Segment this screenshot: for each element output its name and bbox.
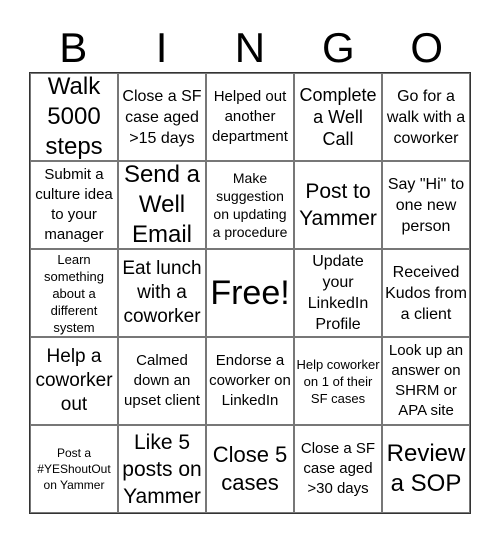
- header-letter-i: I: [155, 24, 168, 71]
- bingo-header: B I N G O: [29, 24, 471, 72]
- bingo-cell[interactable]: Make suggestion on updating a procedure: [206, 161, 294, 249]
- bingo-cell[interactable]: Endorse a coworker on LinkedIn: [206, 337, 294, 425]
- free-space-text: Free!: [210, 274, 290, 312]
- bingo-cell-text: Learn something about a different system: [44, 251, 104, 335]
- bingo-cell[interactable]: Help a coworker out: [30, 337, 118, 425]
- bingo-cell[interactable]: Update your LinkedIn Profile: [294, 249, 382, 337]
- bingo-cell-text: Say "Hi" to one new person: [387, 175, 465, 235]
- bingo-cell-text: Received Kudos from a client: [385, 263, 467, 323]
- bingo-card-grid: Walk 5000 steps Close a SF case aged >15…: [29, 72, 471, 514]
- bingo-cell-text: Post a #YEShoutOut on Yammer: [37, 446, 111, 492]
- bingo-cell[interactable]: Close 5 cases: [206, 425, 294, 513]
- bingo-cell-text: Send a Well Email: [123, 161, 201, 248]
- bingo-cell-text: Update your LinkedIn Profile: [307, 253, 369, 333]
- bingo-cell-text: Eat lunch with a coworker: [122, 258, 202, 327]
- bingo-cell[interactable]: Go for a walk with a coworker: [382, 73, 470, 161]
- free-space-cell[interactable]: Free!: [206, 249, 294, 337]
- bingo-cell[interactable]: Post a #YEShoutOut on Yammer: [30, 425, 118, 513]
- bingo-cell-text: Close a SF case aged >30 days: [300, 440, 376, 497]
- bingo-cell[interactable]: Walk 5000 steps: [30, 73, 118, 161]
- bingo-cell[interactable]: Review a SOP: [382, 425, 470, 513]
- bingo-cell-text: Like 5 posts on Yammer: [122, 430, 202, 508]
- bingo-cell[interactable]: Say "Hi" to one new person: [382, 161, 470, 249]
- header-letter-g: G: [322, 24, 355, 71]
- bingo-cell[interactable]: Calmed down an upset client: [118, 337, 206, 425]
- bingo-cell-text: Review a SOP: [386, 440, 466, 497]
- bingo-cell-text: Submit a culture idea to your manager: [35, 166, 113, 243]
- bingo-cell[interactable]: Close a SF case aged >30 days: [294, 425, 382, 513]
- bingo-cell[interactable]: Look up an answer on SHRM or APA site: [382, 337, 470, 425]
- bingo-cell-text: Go for a walk with a coworker: [386, 87, 466, 147]
- bingo-cell[interactable]: Complete a Well Call: [294, 73, 382, 161]
- bingo-cell-text: Help a coworker out: [35, 346, 113, 415]
- bingo-cell[interactable]: Send a Well Email: [118, 161, 206, 249]
- bingo-cell-text: Calmed down an upset client: [124, 352, 200, 409]
- header-letter-b: B: [59, 24, 88, 71]
- header-letter-n: N: [234, 24, 266, 71]
- bingo-cell[interactable]: Helped out another department: [206, 73, 294, 161]
- bingo-cell[interactable]: Received Kudos from a client: [382, 249, 470, 337]
- bingo-cell-text: Helped out another department: [212, 88, 288, 145]
- bingo-cell-text: Post to Yammer: [299, 180, 377, 230]
- bingo-cell-text: Complete a Well Call: [299, 85, 377, 149]
- bingo-cell-text: Endorse a coworker on LinkedIn: [209, 352, 291, 409]
- bingo-cell-text: Help coworker on 1 of their SF cases: [296, 356, 380, 406]
- bingo-cell[interactable]: Like 5 posts on Yammer: [118, 425, 206, 513]
- bingo-cell-text: Close 5 cases: [212, 442, 288, 495]
- bingo-cell-text: Look up an answer on SHRM or APA site: [388, 342, 464, 419]
- bingo-cell-text: Make suggestion on updating a procedure: [212, 170, 288, 240]
- bingo-cell[interactable]: Submit a culture idea to your manager: [30, 161, 118, 249]
- bingo-cell-text: Close a SF case aged >15 days: [122, 87, 202, 147]
- bingo-cell-text: Walk 5000 steps: [45, 73, 103, 160]
- bingo-cell[interactable]: Post to Yammer: [294, 161, 382, 249]
- bingo-cell[interactable]: Close a SF case aged >15 days: [118, 73, 206, 161]
- header-letter-o: O: [410, 24, 444, 71]
- bingo-cell[interactable]: Eat lunch with a coworker: [118, 249, 206, 337]
- bingo-cell[interactable]: Learn something about a different system: [30, 249, 118, 337]
- bingo-cell[interactable]: Help coworker on 1 of their SF cases: [294, 337, 382, 425]
